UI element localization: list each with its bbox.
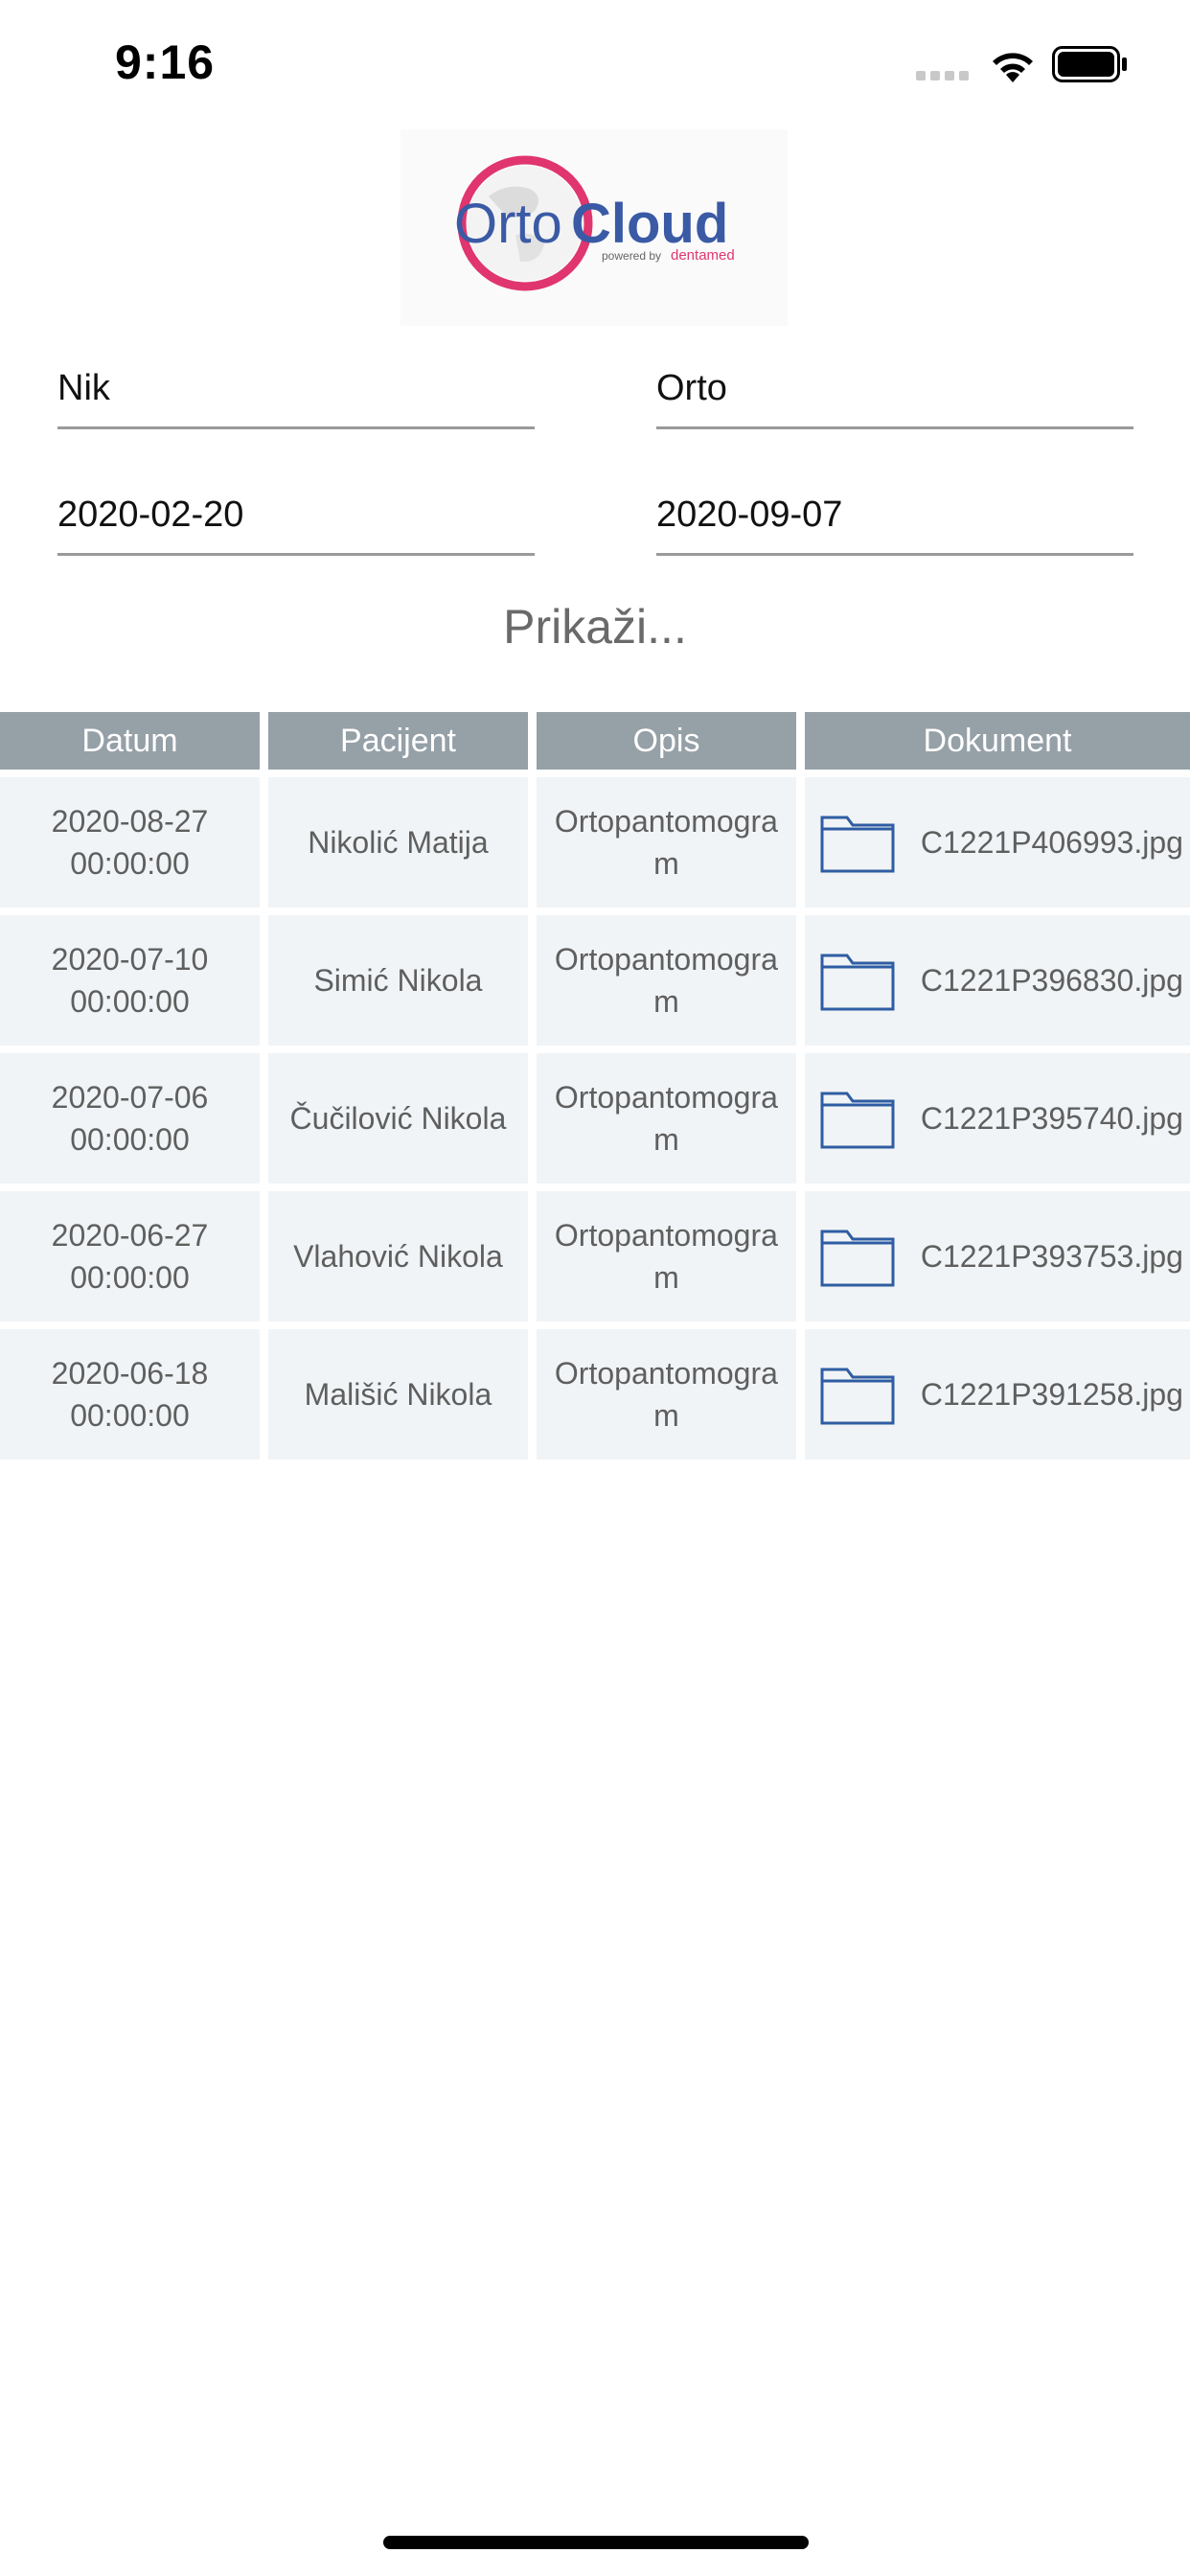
- cell-patient: Mališić Nikola: [267, 1329, 528, 1460]
- cell-document[interactable]: C1221P395740.jpg: [804, 1053, 1190, 1184]
- table-row[interactable]: 2020-08-27 00:00:00 Nikolić Matija Ortopa…: [0, 777, 1190, 908]
- ortocloud-logo: Orto Cloud powered by dentamed: [400, 129, 788, 326]
- cell-patient: Čučilović Nikola: [267, 1053, 528, 1184]
- cell-date: 2020-07-10 00:00:00: [0, 915, 260, 1046]
- date-value: 2020-06-27: [51, 1218, 209, 1253]
- table-row[interactable]: 2020-06-27 00:00:00 Vlahović Nikola Ortop…: [0, 1191, 1190, 1322]
- cellular-signal-icon: [916, 71, 969, 80]
- show-button[interactable]: Prikaži...: [0, 599, 1190, 672]
- table-row[interactable]: 2020-07-06 00:00:00 Čučilović Nikola Orto…: [0, 1053, 1190, 1184]
- cell-document[interactable]: C1221P396830.jpg: [804, 915, 1190, 1046]
- cell-document[interactable]: C1221P406993.jpg: [804, 777, 1190, 908]
- header-document: Dokument: [805, 712, 1190, 770]
- patient-name-value: Nik: [57, 368, 110, 408]
- cell-document[interactable]: C1221P393753.jpg: [804, 1191, 1190, 1322]
- table-header: Datum Pacijent Opis Dokument: [0, 712, 1190, 770]
- patient-name-field[interactable]: Nik: [57, 362, 535, 429]
- header-date: Datum: [0, 712, 260, 770]
- folder-icon[interactable]: [820, 812, 895, 873]
- cell-patient: Vlahović Nikola: [267, 1191, 528, 1322]
- description-value: Orto: [656, 368, 727, 408]
- document-name[interactable]: C1221P391258.jpg: [918, 1373, 1186, 1415]
- date-value: 2020-07-10: [51, 942, 209, 977]
- folder-icon[interactable]: [820, 1088, 895, 1149]
- cell-description: Ortopantomogram: [536, 915, 796, 1046]
- date-value: 2020-06-18: [51, 1356, 209, 1391]
- document-name[interactable]: C1221P406993.jpg: [918, 821, 1186, 863]
- svg-text:Orto: Orto: [454, 193, 562, 255]
- svg-text:powered by: powered by: [602, 249, 661, 263]
- cell-description: Ortopantomogram: [536, 1191, 796, 1322]
- date-to-field[interactable]: 2020-09-07: [656, 489, 1133, 556]
- cell-description: Ortopantomogram: [536, 1329, 796, 1460]
- cell-date: 2020-06-27 00:00:00: [0, 1191, 260, 1322]
- date-value: 2020-08-27: [51, 804, 209, 839]
- folder-icon[interactable]: [820, 1364, 895, 1425]
- folder-icon[interactable]: [820, 950, 895, 1011]
- date-from-field[interactable]: 2020-02-20: [57, 489, 535, 556]
- home-indicator[interactable]: [383, 2536, 809, 2549]
- cell-date: 2020-07-06 00:00:00: [0, 1053, 260, 1184]
- time-value: 00:00:00: [70, 846, 190, 881]
- time-value: 00:00:00: [70, 984, 190, 1019]
- svg-text:Cloud: Cloud: [571, 193, 728, 255]
- time-value: 00:00:00: [70, 1398, 190, 1433]
- status-time: 9:16: [115, 35, 216, 89]
- table-row[interactable]: 2020-07-10 00:00:00 Simić Nikola Ortopant…: [0, 915, 1190, 1046]
- cell-description: Ortopantomogram: [536, 1053, 796, 1184]
- date-from-value: 2020-02-20: [57, 494, 244, 535]
- document-name[interactable]: C1221P396830.jpg: [918, 959, 1186, 1001]
- battery-icon: [1052, 46, 1127, 82]
- cell-patient: Nikolić Matija: [267, 777, 528, 908]
- cell-date: 2020-06-18 00:00:00: [0, 1329, 260, 1460]
- svg-text:dentamed: dentamed: [671, 247, 735, 264]
- date-value: 2020-07-06: [51, 1080, 209, 1115]
- time-value: 00:00:00: [70, 1260, 190, 1295]
- time-value: 00:00:00: [70, 1122, 190, 1157]
- document-name[interactable]: C1221P393753.jpg: [918, 1235, 1186, 1277]
- description-field[interactable]: Orto: [656, 362, 1133, 429]
- folder-icon[interactable]: [820, 1226, 895, 1287]
- cell-document[interactable]: C1221P391258.jpg: [804, 1329, 1190, 1460]
- cell-patient: Simić Nikola: [267, 915, 528, 1046]
- cell-description: Ortopantomogram: [536, 777, 796, 908]
- header-description: Opis: [537, 712, 796, 770]
- status-bar: 9:16: [0, 0, 1190, 125]
- date-to-value: 2020-09-07: [656, 494, 843, 535]
- wifi-icon: [993, 53, 1033, 82]
- header-patient: Pacijent: [268, 712, 528, 770]
- document-name[interactable]: C1221P395740.jpg: [918, 1097, 1186, 1139]
- cell-date: 2020-08-27 00:00:00: [0, 777, 260, 908]
- table-row[interactable]: 2020-06-18 00:00:00 Mališić Nikola Ortopa…: [0, 1329, 1190, 1460]
- results-table: Datum Pacijent Opis Dokument 2020-08-27 0…: [0, 712, 1190, 1460]
